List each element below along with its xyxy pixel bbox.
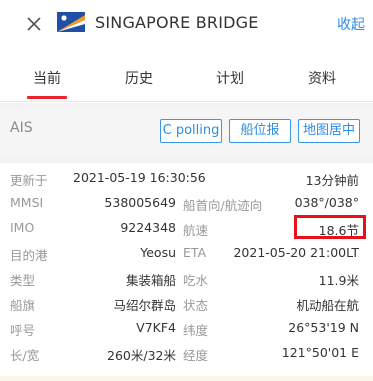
row-mmsi: MMSI 538005649 船首向/航迹向 038°/038° xyxy=(0,191,373,215)
updated-ago: 13分钟前 xyxy=(305,173,359,188)
row-type: 类型 集装箱船 吃水 11.9米 xyxy=(0,266,373,290)
divider xyxy=(0,155,373,163)
status-value: 机动船在航 xyxy=(296,298,359,313)
ais-toolbar: AIS C polling 船位报 地图居中 xyxy=(0,107,373,155)
type-label: 类型 xyxy=(10,273,36,288)
ship-name: SINGAPORE BRIDGE xyxy=(95,13,259,32)
row-updated: 更新于 2021-05-19 16:30:56 13分钟前 xyxy=(0,166,373,190)
latitude-label: 纬度 xyxy=(183,323,209,338)
row-flag: 船旗 马绍尔群岛 状态 机动船在航 xyxy=(0,291,373,315)
ais-title: AIS xyxy=(10,120,33,136)
imo-label: IMO xyxy=(10,220,35,235)
row-destination: 目的港 Yeosu ETA 2021-05-20 21:00LT xyxy=(0,241,373,265)
row-size: 长/宽 260米/32米 经度 121°50'01 E xyxy=(0,341,373,365)
heading-value: 038°/038° xyxy=(294,195,359,210)
updated-value: 2021-05-19 16:30:56 xyxy=(73,170,206,185)
eta-value: 2021-05-20 21:00LT xyxy=(233,245,359,260)
flag-label: 船旗 xyxy=(10,298,36,313)
size-value: 260米/32米 xyxy=(107,348,176,363)
collapse-button[interactable]: 收起 xyxy=(337,14,365,34)
flag-value: 马绍尔群岛 xyxy=(113,298,176,313)
ship-details: 更新于 2021-05-19 16:30:56 13分钟前 MMSI 53800… xyxy=(0,163,373,381)
mmsi-value: 538005649 xyxy=(104,195,176,210)
tab-bar: 当前 历史 计划 资料 xyxy=(0,50,373,102)
speed-label: 航速 xyxy=(183,223,209,238)
marshall-islands-flag-icon xyxy=(57,12,85,32)
destination-label: 目的港 xyxy=(10,248,48,263)
position-report-button[interactable]: 船位报 xyxy=(229,119,291,143)
status-label: 状态 xyxy=(183,298,209,313)
type-value: 集装箱船 xyxy=(125,273,176,288)
size-label: 长/宽 xyxy=(10,348,40,363)
draft-label: 吃水 xyxy=(183,273,209,288)
tab-plan[interactable]: 计划 xyxy=(216,68,244,88)
callsign-label: 呼号 xyxy=(10,323,36,338)
imo-value: 9224348 xyxy=(120,220,176,235)
mmsi-label: MMSI xyxy=(10,195,44,210)
center-map-button[interactable]: 地图居中 xyxy=(298,119,360,143)
updated-label: 更新于 xyxy=(10,173,48,188)
tab-history[interactable]: 历史 xyxy=(125,68,153,88)
active-tab-underline xyxy=(27,96,67,99)
ship-header: SINGAPORE BRIDGE 收起 xyxy=(0,0,373,50)
bottom-strip xyxy=(0,376,373,381)
longitude-value: 121°50'01 E xyxy=(281,345,359,360)
longitude-label: 经度 xyxy=(183,348,209,363)
destination-value: Yeosu xyxy=(140,245,176,260)
eta-label: ETA xyxy=(183,245,207,260)
c-polling-button[interactable]: C polling xyxy=(160,119,222,143)
latitude-value: 26°53'19 N xyxy=(288,320,359,335)
tab-current[interactable]: 当前 xyxy=(33,68,61,88)
row-callsign: 呼号 V7KF4 纬度 26°53'19 N xyxy=(0,316,373,340)
speed-highlight-box xyxy=(294,215,366,239)
callsign-value: V7KF4 xyxy=(136,320,176,335)
tab-info[interactable]: 资料 xyxy=(308,68,336,88)
heading-label: 船首向/航迹向 xyxy=(183,198,263,213)
close-icon[interactable] xyxy=(24,14,44,34)
draft-value: 11.9米 xyxy=(318,273,359,288)
